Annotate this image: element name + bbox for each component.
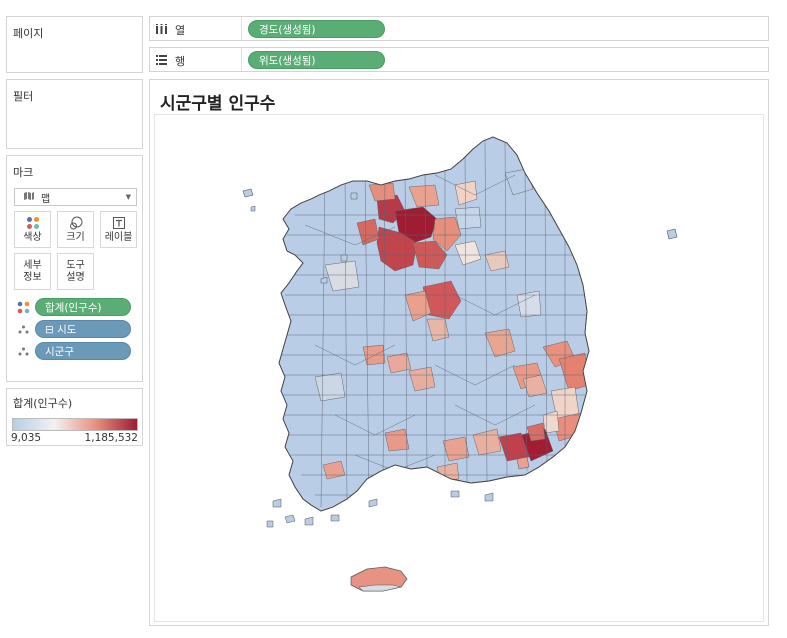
color-dots-icon xyxy=(26,216,40,231)
rows-icon xyxy=(156,54,167,68)
korea-map-svg[interactable] xyxy=(155,115,763,621)
color-button[interactable]: 색상 xyxy=(14,211,51,248)
marks-pill-row-sido: ⊟ 시도 xyxy=(15,320,131,338)
south-islet-2 xyxy=(450,490,460,498)
sido-pill[interactable]: ⊟ 시도 xyxy=(35,320,131,338)
southwest-islet-2 xyxy=(284,514,296,524)
view-title: 시군구별 인구수 xyxy=(160,94,276,114)
filters-card-title: 필터 xyxy=(13,90,34,103)
columns-shelf[interactable]: 열 경도(생성됨) xyxy=(149,16,769,41)
southwest-islet-5 xyxy=(266,520,274,528)
text-label-icon xyxy=(112,216,126,231)
rows-shelf-text: 행 xyxy=(175,55,186,68)
southwest-islet-4 xyxy=(330,514,340,522)
west-islet-1 xyxy=(250,205,256,212)
worksheet-view: 시군구별 인구수 xyxy=(149,79,769,626)
map-mark-icon xyxy=(23,191,35,204)
south-islet-3 xyxy=(484,492,494,502)
ulleungdo-island xyxy=(666,228,678,240)
columns-icon xyxy=(156,23,167,37)
pages-card: 페이지 xyxy=(6,16,143,73)
label-button-label: 레이블 xyxy=(104,231,133,243)
south-islet-1 xyxy=(368,498,378,508)
legend-title: 합계(인구수) xyxy=(13,397,73,410)
legend-color-ramp[interactable] xyxy=(12,418,138,431)
west-islet-3 xyxy=(340,254,348,262)
color-legend-card: 합계(인구수) 9,035 1,185,532 xyxy=(6,388,143,446)
region-gwangju xyxy=(384,428,410,452)
longitude-pill[interactable]: 경도(생성됨) xyxy=(248,20,385,38)
mark-type-label: 맵 xyxy=(41,193,51,205)
mark-type-dropdown[interactable]: 맵 ▼ xyxy=(14,188,137,206)
marks-pill-row-sigungu: 시군구 xyxy=(15,342,131,360)
marks-card: 마크 맵 ▼ 색상 크기 레이블 세부 정보 도구 설명 합계(인구수) ⊟ 시… xyxy=(6,155,143,382)
southwest-islet-3 xyxy=(304,516,314,526)
choropleth-map[interactable] xyxy=(154,114,764,622)
baengnyeongdo-island xyxy=(242,188,254,198)
detail-button[interactable]: 세부 정보 xyxy=(14,253,51,290)
latitude-pill[interactable]: 위도(생성됨) xyxy=(248,51,385,69)
color-dots-icon xyxy=(15,300,31,314)
size-button-label: 크기 xyxy=(66,231,85,243)
shelf-divider xyxy=(241,17,242,40)
color-button-label: 색상 xyxy=(23,231,42,243)
west-islet-2 xyxy=(350,192,358,200)
region-chuncheon xyxy=(454,206,482,230)
shelf-divider xyxy=(241,48,242,71)
size-button[interactable]: 크기 xyxy=(57,211,94,248)
legend-min-label: 9,035 xyxy=(11,432,42,444)
detail-icon xyxy=(15,344,31,358)
pages-card-title: 페이지 xyxy=(13,27,44,40)
tooltip-button-label-2: 설명 xyxy=(66,271,85,283)
tooltip-button[interactable]: 도구 설명 xyxy=(57,253,94,290)
chevron-down-icon: ▼ xyxy=(125,193,131,201)
tooltip-button-label-1: 도구 xyxy=(66,259,85,271)
detail-button-label-1: 세부 xyxy=(23,259,42,271)
label-button[interactable]: 레이블 xyxy=(100,211,137,248)
marks-pill-row-population: 합계(인구수) xyxy=(15,298,131,316)
detail-button-label-2: 정보 xyxy=(23,271,42,283)
rows-shelf[interactable]: 행 위도(생성됨) xyxy=(149,47,769,72)
geojedo-island xyxy=(516,456,530,470)
legend-max-label: 1,185,532 xyxy=(84,432,138,444)
detail-icon xyxy=(15,322,31,336)
columns-shelf-text: 열 xyxy=(175,24,186,37)
columns-shelf-label: 열 xyxy=(156,22,185,38)
size-icon xyxy=(69,216,83,231)
sigungu-pill[interactable]: 시군구 xyxy=(35,342,131,360)
rows-shelf-label: 행 xyxy=(156,53,185,69)
population-sum-pill[interactable]: 합계(인구수) xyxy=(35,298,131,316)
marks-card-title: 마크 xyxy=(13,166,34,179)
filters-card[interactable]: 필터 xyxy=(6,79,143,149)
southwest-islet-1 xyxy=(272,498,282,508)
